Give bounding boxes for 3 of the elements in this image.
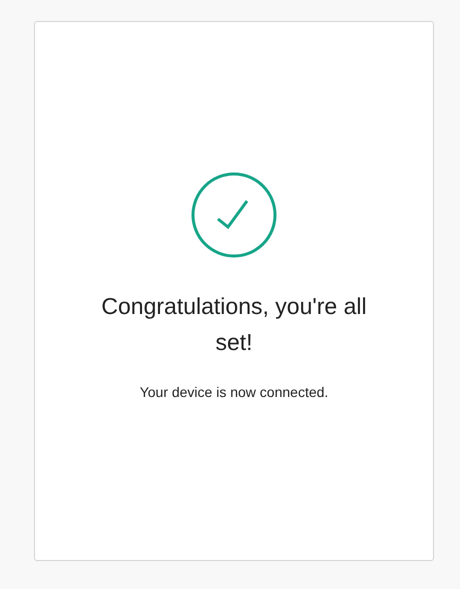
- checkmark-icon: [191, 172, 277, 258]
- success-heading: Congratulations, you're all set!: [100, 292, 368, 357]
- status-message: Your device is now connected.: [140, 383, 328, 402]
